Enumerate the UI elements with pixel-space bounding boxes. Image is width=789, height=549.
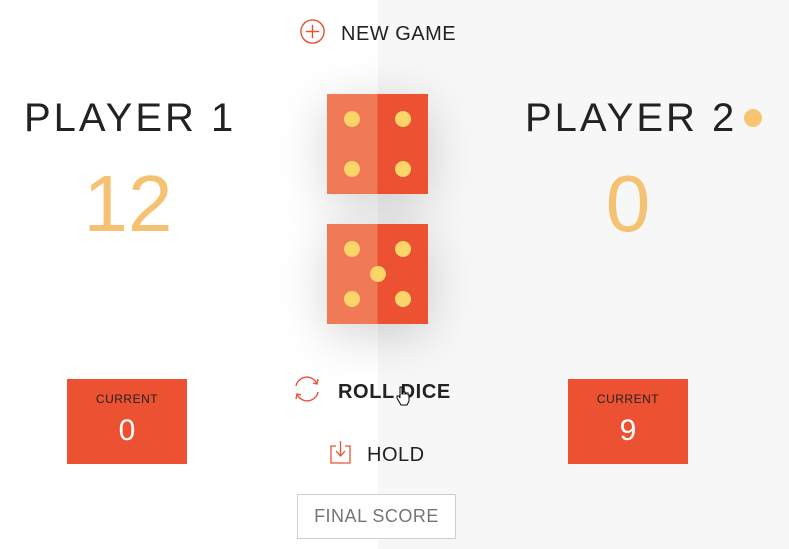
dice-pip	[344, 241, 361, 257]
final-score-input[interactable]	[297, 494, 456, 539]
player-1-name: PLAYER 1	[24, 96, 237, 140]
player-1-current-score: 0	[118, 414, 136, 447]
dice-pip	[394, 111, 411, 127]
new-game-label: NEW GAME	[341, 23, 457, 45]
player-1-score: 12	[83, 159, 173, 248]
player-2-current-box: CURRENT 9	[568, 379, 688, 464]
refresh-icon	[291, 373, 323, 411]
dice-pip	[344, 111, 361, 127]
hold-label: HOLD	[367, 444, 425, 466]
plus-circle-icon	[299, 18, 326, 51]
dice-pip	[394, 241, 411, 257]
player-2-name: PLAYER 2	[525, 96, 738, 140]
download-icon	[329, 440, 352, 471]
dice-pip	[369, 266, 386, 282]
dice-1	[327, 94, 428, 194]
active-player-dot	[744, 109, 762, 127]
player-1-panel	[0, 0, 378, 549]
dice-pip	[344, 161, 361, 177]
player-2-panel	[378, 0, 789, 549]
player-2-score: 0	[605, 159, 651, 248]
current-label: CURRENT	[596, 392, 660, 406]
dice-pip	[394, 291, 411, 307]
player-2-current-score: 9	[619, 414, 637, 447]
hold-button[interactable]: HOLD	[329, 440, 425, 471]
player-1-current-box: CURRENT 0	[67, 379, 187, 464]
current-label: CURRENT	[95, 392, 159, 406]
dice-pip	[344, 291, 361, 307]
roll-dice-label: ROLL DICE	[338, 380, 451, 403]
dice-2	[327, 224, 428, 324]
hand-pointer-cursor	[396, 386, 410, 411]
new-game-button[interactable]: NEW GAME	[299, 18, 456, 51]
dice-pip	[394, 161, 411, 177]
roll-dice-button[interactable]: ROLL DICE	[291, 373, 451, 411]
